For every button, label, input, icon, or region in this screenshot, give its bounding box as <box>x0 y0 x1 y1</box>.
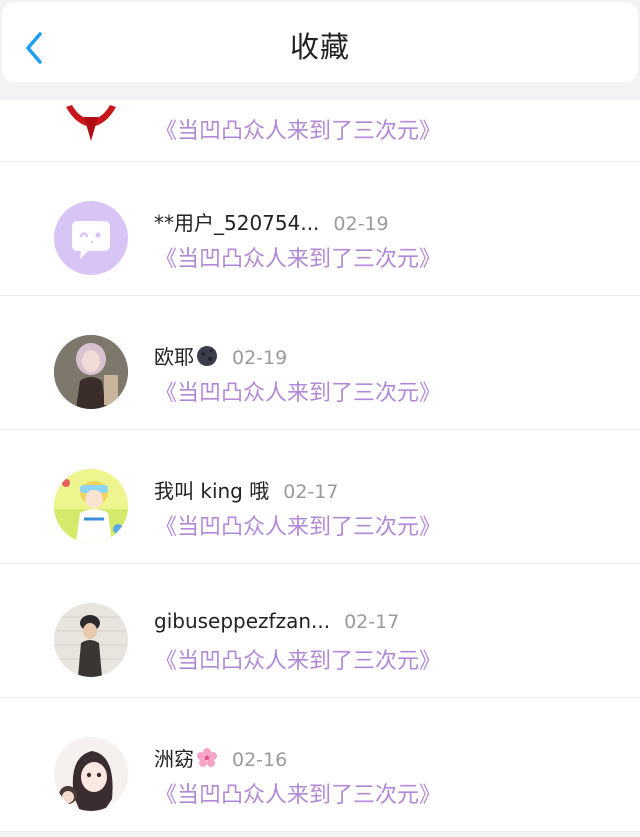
user-name-text[interactable]: **用户_520754... <box>154 211 319 235</box>
top-bar: 收藏 <box>2 2 638 82</box>
avatar[interactable] <box>54 469 128 543</box>
post-date: 02-17 <box>283 481 339 503</box>
post-date: 02-17 <box>344 611 400 633</box>
user-name[interactable]: gibuseppezfzan... 02-17 <box>154 609 399 633</box>
user-name-text[interactable]: 洲窈 <box>154 747 194 771</box>
avatar[interactable] <box>54 201 128 275</box>
post-date: 02-16 <box>232 749 288 771</box>
album-title[interactable]: 《当凹凸众人来到了三次元》 <box>155 643 441 675</box>
user-name-text[interactable]: 我叫 king 哦 <box>154 479 269 503</box>
cherry-blossom-emoji <box>197 748 217 767</box>
user-name[interactable]: 我叫 king 哦 02-17 <box>154 475 338 504</box>
post-date: 02-19 <box>232 347 288 369</box>
user-name[interactable]: **用户_520754... 02-19 <box>154 207 389 236</box>
list-item[interactable]: 《当凹凸众人来到了三次元》 <box>0 100 640 162</box>
user-name[interactable]: 欧耶 02-19 <box>154 341 287 370</box>
user-name[interactable]: 洲窈 02-16 <box>154 743 287 772</box>
album-title[interactable]: 《当凹凸众人来到了三次元》 <box>155 113 441 145</box>
album-title[interactable]: 《当凹凸众人来到了三次元》 <box>155 509 441 541</box>
girl-beanie-photo-avatar <box>54 603 128 677</box>
list-item[interactable]: 我叫 king 哦 02-17 《当凹凸众人来到了三次元》 <box>0 430 640 564</box>
favorites-list: 《当凹凸众人来到了三次元》 **用户_520754... 02-19 《当凹凸众人… <box>0 100 640 837</box>
anime-girl-avatar <box>54 737 128 811</box>
post-date: 02-19 <box>333 213 389 235</box>
avatar[interactable] <box>54 603 128 677</box>
album-title[interactable]: 《当凹凸众人来到了三次元》 <box>155 375 441 407</box>
girl-photo-avatar <box>54 335 128 409</box>
divider <box>0 831 640 832</box>
anime-boy-avatar <box>54 469 128 543</box>
list-item[interactable]: 欧耶 02-19 《当凹凸众人来到了三次元》 <box>0 296 640 430</box>
avatar[interactable] <box>54 100 128 141</box>
list-item[interactable]: gibuseppezfzan... 02-17 《当凹凸众人来到了三次元》 <box>0 564 640 698</box>
default-purple-chat-avatar <box>72 221 110 259</box>
user-name-text[interactable]: 欧耶 <box>154 345 194 369</box>
user-name-text[interactable]: gibuseppezfzan... <box>154 609 330 633</box>
red-character-avatar <box>66 105 116 141</box>
page-title: 收藏 <box>289 30 350 64</box>
album-title[interactable]: 《当凹凸众人来到了三次元》 <box>155 241 441 273</box>
album-title[interactable]: 《当凹凸众人来到了三次元》 <box>155 777 441 809</box>
dark-moon-emoji <box>197 346 217 366</box>
list-item[interactable]: **用户_520754... 02-19 《当凹凸众人来到了三次元》 <box>0 162 640 296</box>
avatar[interactable] <box>54 737 128 811</box>
avatar[interactable] <box>54 335 128 409</box>
list-item[interactable]: 洲窈 02-16 《当凹凸众人来到了三次元》 <box>0 698 640 832</box>
